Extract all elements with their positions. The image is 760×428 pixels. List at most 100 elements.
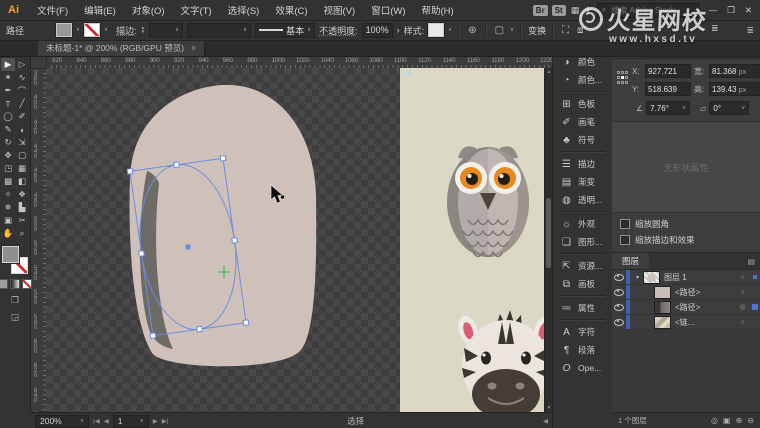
select-similar-icon[interactable]: ▢ (493, 25, 506, 36)
layers-footer-button-4[interactable]: ⊖ (747, 416, 754, 425)
ellipse-tool[interactable]: ◯ (1, 110, 15, 123)
restore-button[interactable]: ❐ (722, 5, 740, 16)
vertical-ruler[interactable]: 3804004204404604805005205405605806006206… (30, 68, 47, 412)
column-graph-tool[interactable]: ▙ (15, 201, 29, 214)
canvas[interactable] (46, 68, 544, 412)
search-input[interactable] (609, 5, 691, 16)
dock-item-symbols[interactable]: ♣符号 (553, 131, 613, 149)
anchor-point[interactable] (220, 155, 226, 161)
curvature-tool[interactable]: ⌒ (15, 84, 29, 97)
checkbox-row-1[interactable]: 缩放圆角 (620, 218, 752, 230)
recolor-artwork-icon[interactable]: ⊛ (466, 25, 478, 36)
reference-point-locator[interactable] (617, 71, 628, 85)
layers-menu-icon[interactable]: ▤ (747, 257, 760, 266)
hand-tool[interactable]: ✋ (1, 227, 15, 240)
anchor-point[interactable] (150, 333, 156, 339)
dock-item-graphic-styles[interactable]: ❏图形... (553, 233, 613, 251)
align-icon[interactable]: ⛶ (560, 25, 571, 36)
menu-item-7[interactable]: 视图(V) (316, 6, 364, 17)
layer-row-2[interactable]: <路径>○ (612, 285, 760, 300)
width-field[interactable]: 81.368px (709, 64, 760, 78)
layer-row-3[interactable]: <路径>◎ (612, 300, 760, 315)
control-panel-menu-icon[interactable]: ≣ (746, 25, 760, 36)
gradient-mode-button[interactable] (10, 279, 20, 289)
checkbox[interactable] (620, 235, 630, 245)
layers-footer-button-3[interactable]: ⊕ (736, 416, 743, 425)
target-icon[interactable]: ○ (736, 319, 749, 326)
magic-wand-tool[interactable]: ✶ (1, 71, 15, 84)
paintbrush-tool[interactable]: ✐ (15, 110, 29, 123)
menu-item-4[interactable]: 文字(T) (173, 6, 220, 17)
menu-item-6[interactable]: 效果(C) (267, 6, 315, 17)
dock-item-opentype[interactable]: OOpe... (553, 359, 613, 377)
blend-tool[interactable]: ❖ (15, 188, 29, 201)
opacity-label[interactable]: 不透明度: (319, 24, 358, 37)
zoom-tool[interactable]: ⌕ (15, 227, 29, 240)
type-tool[interactable]: T (1, 97, 15, 110)
brush-definition-select[interactable]: 基本 ∨ (255, 23, 315, 38)
target-icon[interactable]: ○ (736, 274, 749, 281)
scrollbar-thumb[interactable] (546, 198, 551, 268)
opacity-value[interactable]: 100% (362, 23, 393, 38)
menu-item-3[interactable]: 对象(O) (124, 6, 173, 17)
layers-footer-button-2[interactable]: ▣ (723, 416, 731, 425)
stroke-swatch[interactable] (84, 23, 100, 37)
dock-item-brushes[interactable]: ✐画笔 (553, 113, 613, 131)
dock-item-asset-export[interactable]: ⇱资源... (553, 257, 613, 275)
select-similar-dropdown-icon[interactable]: ∨ (510, 27, 514, 33)
anchor-point[interactable] (197, 326, 203, 332)
free-transform-tool[interactable]: ▢ (15, 149, 29, 162)
artboard-tool[interactable]: ▣ (1, 214, 15, 227)
line-segment-tool[interactable]: ╱ (15, 97, 29, 110)
anchor-point[interactable] (174, 162, 180, 168)
anchor-point[interactable] (232, 238, 238, 244)
visibility-toggle[interactable] (612, 315, 626, 329)
dock-item-artboards[interactable]: ⧉画板 (553, 275, 613, 293)
stroke-weight-label[interactable]: 描边: (116, 24, 137, 37)
direct-selection-tool[interactable]: ▷ (15, 58, 29, 71)
visibility-toggle[interactable] (612, 270, 626, 284)
mesh-tool[interactable]: ▩ (1, 175, 15, 188)
dock-item-stroke[interactable]: ☰描边 (553, 155, 613, 173)
style-swatch[interactable] (428, 23, 444, 37)
dock-item-gradient[interactable]: ▤渐变 (553, 173, 613, 191)
menu-item-2[interactable]: 编辑(E) (76, 6, 124, 17)
stroke-weight-value[interactable]: ∨ (149, 23, 183, 38)
transform-link[interactable]: 变换 (528, 24, 546, 37)
dock-item-properties[interactable]: ≔属性 (553, 299, 613, 317)
tab-layers[interactable]: 图层 (612, 253, 649, 269)
previous-artboard-icon[interactable]: ◀ (104, 417, 109, 425)
dock-item-transparency[interactable]: ◍透明... (553, 191, 613, 209)
blob-brush-tool[interactable]: ◖ (15, 123, 29, 136)
visibility-toggle[interactable] (612, 300, 626, 314)
x-field[interactable]: 927.721 (645, 64, 691, 78)
document-tab[interactable]: 未标题-1* @ 200% (RGB/GPU 预览) × (38, 40, 205, 56)
visibility-toggle[interactable] (612, 285, 626, 299)
center-anchor-point[interactable] (185, 244, 191, 250)
none-mode-button[interactable] (22, 279, 32, 289)
last-artboard-icon[interactable]: ▶| (162, 417, 169, 425)
anchor-point[interactable] (127, 169, 133, 175)
workspace-switcher-icon[interactable]: ▦ (571, 5, 580, 16)
share-icon[interactable]: ✈ (584, 5, 592, 16)
target-icon[interactable]: ◎ (736, 303, 749, 311)
menu-item-1[interactable]: 文件(F) (29, 6, 76, 17)
minimize-button[interactable]: — (704, 5, 723, 16)
height-field[interactable]: 139.43px (709, 82, 760, 96)
anchor-point[interactable] (243, 320, 249, 326)
dock-item-appearance[interactable]: ☼外观 (553, 215, 613, 233)
layer-row-4[interactable]: <链...○ (612, 315, 760, 330)
anchor-point[interactable] (139, 251, 145, 257)
symbol-sprayer-tool[interactable]: ✵ (1, 201, 15, 214)
menu-item-9[interactable]: 帮助(H) (414, 6, 462, 17)
zoom-level-select[interactable]: 200%∨ (35, 415, 89, 428)
perspective-grid-tool[interactable]: ▦ (15, 162, 29, 175)
expand-arrow-icon[interactable]: ▾ (632, 274, 643, 281)
slice-tool[interactable]: ✂ (15, 214, 29, 227)
eyedropper-tool[interactable]: ✧ (1, 188, 15, 201)
color-mode-button[interactable] (0, 279, 8, 289)
dock-item-swatches[interactable]: ⊞色板 (553, 95, 613, 113)
artboard-number-select[interactable]: 1∨ (113, 415, 149, 428)
dock-item-paragraph[interactable]: ¶段落 (553, 341, 613, 359)
shaper-tool[interactable]: ✎ (1, 123, 15, 136)
